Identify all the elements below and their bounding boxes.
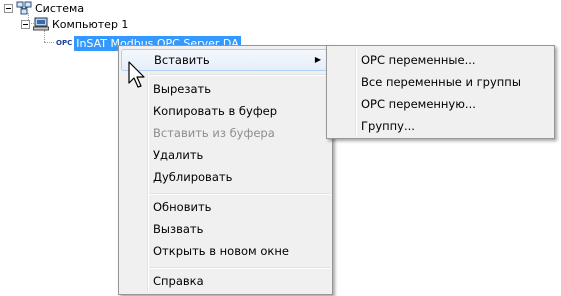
menu-item-call[interactable]: Вызвать [121, 218, 330, 240]
menu-item-cut[interactable]: Вырезать [121, 78, 330, 100]
context-menu: Вставить ▶ Вырезать Копировать в буфер В… [118, 45, 333, 295]
menu-separator [150, 74, 330, 76]
menu-item-label: Вызвать [153, 222, 204, 236]
mouse-pointer-icon [128, 61, 145, 88]
menu-item-label: Дублировать [153, 170, 233, 184]
submenu-item-opc-variables[interactable]: OPC переменные... [329, 49, 552, 71]
menu-item-label: Удалить [153, 148, 204, 162]
submenu-item-group[interactable]: Группу... [329, 115, 552, 137]
tree-node-label: Компьютер 1 [52, 17, 129, 31]
submenu-arrow-icon: ▶ [314, 55, 321, 64]
menu-item-refresh[interactable]: Обновить [121, 196, 330, 218]
menu-item-help[interactable]: Справка [121, 270, 330, 292]
menu-item-insert[interactable]: Вставить ▶ [121, 49, 330, 71]
menu-item-copy[interactable]: Копировать в буфер [121, 100, 330, 122]
menu-item-label: Вставить из буфера [153, 126, 275, 140]
tree-node-system[interactable]: Система [4, 0, 84, 16]
menu-item-label: OPC переменную... [361, 97, 476, 111]
menu-item-label: Вырезать [153, 82, 211, 96]
menu-separator [150, 267, 330, 269]
tree-node-label: Система [35, 1, 85, 15]
menu-item-label: Обновить [153, 200, 212, 214]
submenu-item-all-variables-groups[interactable]: Все переменные и группы [329, 71, 552, 93]
menu-item-duplicate[interactable]: Дублировать [121, 166, 330, 188]
menu-item-label: Копировать в буфер [153, 104, 278, 118]
menu-item-label: Группу... [361, 119, 415, 133]
menu-item-open-new-window[interactable]: Открыть в новом окне [121, 240, 330, 262]
insert-submenu: OPC переменные... Все переменные и групп… [326, 45, 555, 139]
collapse-icon[interactable] [21, 19, 30, 29]
menu-item-label: Открыть в новом окне [153, 244, 289, 258]
menu-item-label: Вставить [154, 53, 210, 67]
menu-item-label: OPC переменные... [361, 53, 476, 67]
opc-server-icon: OPC [56, 39, 73, 47]
tree-node-computer[interactable]: Компьютер 1 [21, 16, 128, 32]
submenu-item-opc-variable[interactable]: OPC переменную... [329, 93, 552, 115]
collapse-icon[interactable] [4, 3, 13, 13]
network-icon [16, 1, 32, 15]
computer-icon [33, 17, 49, 31]
menu-item-label: Все переменные и группы [361, 75, 521, 89]
menu-item-delete[interactable]: Удалить [121, 144, 330, 166]
tree-connector [44, 42, 54, 43]
menu-item-paste[interactable]: Вставить из буфера [121, 122, 330, 144]
menu-item-label: Справка [153, 274, 204, 288]
menu-separator [150, 193, 330, 195]
